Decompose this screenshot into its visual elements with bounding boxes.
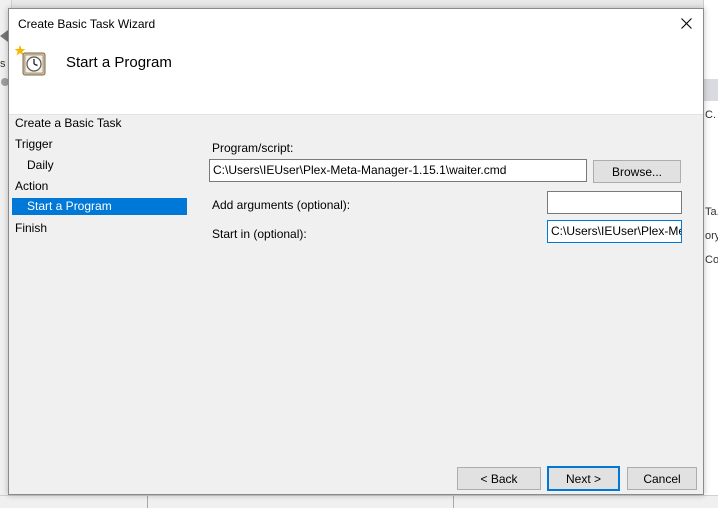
background-right-fragment: Ta. xyxy=(705,206,718,218)
close-button[interactable] xyxy=(669,9,703,38)
dialog-title: Create Basic Task Wizard xyxy=(18,17,156,31)
wizard-content: Program/script: C:\Users\IEUser\Plex-Met… xyxy=(9,115,703,495)
page-title: Start a Program xyxy=(66,54,172,71)
program-script-label: Program/script: xyxy=(212,141,294,155)
create-basic-task-wizard-dialog: Create Basic Task Wizard Start a Program… xyxy=(8,8,704,495)
back-button[interactable]: < Back xyxy=(457,467,541,490)
title-bar: Create Basic Task Wizard xyxy=(9,9,703,38)
clock-icon xyxy=(15,45,46,76)
background-app-right-pane: C. Ta. ory Co. xyxy=(703,0,718,508)
add-arguments-label: Add arguments (optional): xyxy=(212,198,351,212)
next-button[interactable]: Next > xyxy=(547,466,620,491)
wizard-header: Start a Program xyxy=(9,38,703,115)
background-right-fragment: Co. xyxy=(705,254,718,266)
background-right-fragment: C. xyxy=(705,109,716,121)
background-right-fragment: ory xyxy=(705,230,718,242)
background-left-fragment: s xyxy=(0,58,6,70)
background-divider xyxy=(147,496,148,508)
start-in-input[interactable]: C:\Users\IEUser\Plex-Me xyxy=(547,220,682,243)
program-script-input[interactable]: C:\Users\IEUser\Plex-Meta-Manager-1.15.1… xyxy=(209,159,587,182)
background-column-header xyxy=(704,79,718,101)
background-divider xyxy=(453,496,454,508)
start-in-label: Start in (optional): xyxy=(212,227,307,241)
browse-button[interactable]: Browse... xyxy=(593,160,681,183)
cancel-button[interactable]: Cancel xyxy=(627,467,697,490)
close-icon xyxy=(680,18,692,29)
add-arguments-input[interactable] xyxy=(547,191,682,214)
background-app-bottom xyxy=(0,495,718,508)
